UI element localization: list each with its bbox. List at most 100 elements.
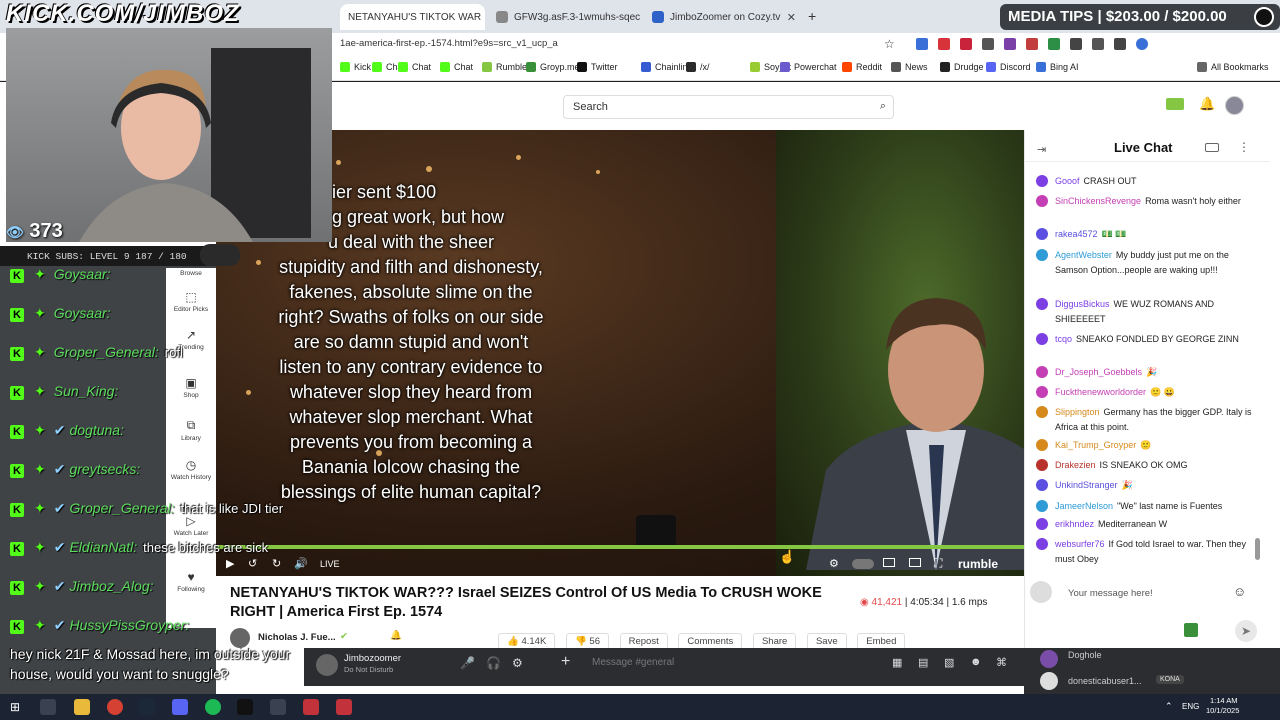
chat-username[interactable]: Kai_Trump_Groyper [1055, 440, 1136, 450]
bell-icon[interactable]: 🔔 [1199, 96, 1215, 112]
rumble-logo[interactable]: rumble [958, 557, 998, 571]
bell-icon[interactable]: 🔔 [390, 630, 402, 641]
forward-icon[interactable]: ↻ [272, 557, 281, 570]
chat-username[interactable]: AgentWebster [1055, 250, 1112, 260]
chat-username[interactable]: SinChickensRevenge [1055, 196, 1141, 206]
sidenav-item-watch-history[interactable]: ◷ Watch History [166, 458, 216, 481]
star-icon[interactable]: ☆ [884, 37, 895, 51]
bookmark-rumble[interactable]: Rumble [482, 62, 527, 72]
windows-icon[interactable]: ⊞ [10, 700, 20, 714]
cursor-icon: ☝ [779, 549, 796, 564]
bookmark-chat[interactable]: Chat [398, 62, 431, 72]
bookmark-reddit[interactable]: Reddit [842, 62, 882, 72]
fullscreen-icon[interactable]: ⛶ [934, 556, 942, 571]
headset-icon[interactable]: 🎧 [486, 656, 501, 670]
bookmark-news[interactable]: News [891, 62, 928, 72]
chat-username[interactable]: JameerNelson [1055, 501, 1113, 511]
chat-username[interactable]: Dr_Joseph_Goebbels [1055, 367, 1142, 377]
cash-icon[interactable] [1184, 623, 1198, 637]
add-icon[interactable]: + [561, 653, 570, 671]
member-name[interactable]: Doghole [1068, 650, 1102, 660]
gift-icon[interactable]: ▦ [892, 656, 902, 669]
chat-username[interactable]: websurfer76 [1055, 539, 1105, 549]
steam-icon[interactable] [139, 699, 155, 715]
tab-image[interactable]: GFW3g.asF.3-1wmuhs-sqec7i.jpg ✕ [488, 4, 640, 30]
task-view-icon[interactable] [40, 699, 56, 715]
tray-chevron-icon[interactable]: ⌃ [1165, 701, 1173, 712]
discord-icon[interactable] [172, 699, 188, 715]
channel-name[interactable]: Nicholas J. Fue... [258, 632, 336, 643]
chat-username[interactable]: Drakezien [1055, 460, 1096, 470]
app-icon[interactable] [336, 699, 352, 715]
apps-icon[interactable]: ⌘ [996, 656, 1007, 669]
language[interactable]: ENG [1182, 702, 1199, 711]
new-tab-icon[interactable]: + [808, 8, 816, 24]
bookmark-chainlink[interactable]: Chainlink [641, 62, 692, 72]
close-icon[interactable]: ✕ [787, 11, 796, 24]
bookmark-drudge[interactable]: Drudge [940, 62, 984, 72]
chat-username[interactable]: Slippington [1055, 407, 1100, 417]
clock-time[interactable]: 1:14 AM [1210, 696, 1238, 705]
emoji-icon[interactable]: ☻ [970, 656, 982, 668]
chat-username[interactable]: tcqo [1055, 334, 1072, 344]
obs-icon[interactable] [237, 699, 253, 715]
miniplayer-icon[interactable] [883, 558, 895, 567]
emoji-icon[interactable]: ☺ [1233, 584, 1246, 599]
chat-username[interactable]: Gooof [1055, 176, 1080, 186]
chrome-icon[interactable] [107, 699, 123, 715]
search-icon[interactable]: ⌕ [880, 100, 886, 113]
clock-date[interactable]: 10/1/2025 [1206, 706, 1239, 715]
volume-icon[interactable]: 🔊 [294, 557, 308, 570]
bookmark-twitter[interactable]: Twitter [577, 62, 618, 72]
tab-cozy[interactable]: JimboZoomer on Cozy.tv ✕ [644, 4, 804, 30]
bookmark-powerchat[interactable]: Powerchat [780, 62, 837, 72]
more-icon[interactable]: ⋮ [1238, 140, 1250, 154]
video-title: NETANYAHU'S TIKTOK WAR??? Israel SEIZES … [230, 585, 822, 620]
autoplay-toggle[interactable] [852, 559, 874, 569]
bookmark-discord[interactable]: Discord [986, 62, 1031, 72]
search-placeholder: Search [573, 101, 608, 113]
chat-message-input[interactable]: Your message here! [1058, 583, 1258, 603]
search-input[interactable]: Search ⌕ [563, 95, 894, 119]
send-icon[interactable]: ➤ [1235, 620, 1257, 642]
theater-icon[interactable] [909, 558, 921, 567]
message-input[interactable]: Message #general [592, 657, 674, 668]
gif-icon[interactable]: ▤ [918, 656, 928, 669]
bookmark-groyp-me[interactable]: Groyp.me [526, 62, 580, 72]
video-stats: ◉ 41,421 | 4:05:34 | 1.6 mps [860, 597, 988, 608]
chat-message: DiggusBickus WE WUZ ROMANS AND SHIEEEEET [1036, 297, 1261, 327]
popout-icon[interactable] [1205, 143, 1219, 152]
avatar[interactable] [1225, 96, 1244, 115]
app-icon[interactable] [270, 699, 286, 715]
sidenav-item-library[interactable]: ⧉ Library [166, 418, 216, 442]
sidenav-item-editor-picks[interactable]: ⬚ Editor Picks [166, 290, 216, 313]
app-icon[interactable] [303, 699, 319, 715]
file-explorer-icon[interactable] [74, 699, 90, 715]
avatar [1036, 406, 1048, 418]
sticker-icon[interactable]: ▧ [944, 656, 954, 669]
bookmark-all-bookmarks[interactable]: All Bookmarks [1197, 62, 1269, 72]
chat-username[interactable]: UnkindStranger [1055, 480, 1118, 490]
member-name[interactable]: donesticabuser1... [1068, 676, 1142, 686]
progress-bar[interactable] [216, 545, 1024, 549]
chat-username[interactable]: rakea4572 [1055, 229, 1098, 239]
chat-username[interactable]: Fuckthenewworldorder [1055, 387, 1146, 397]
bookmark-kick[interactable]: Kick [340, 62, 371, 72]
spotify-icon[interactable] [205, 699, 221, 715]
bookmark-chat[interactable]: Chat [440, 62, 473, 72]
bookmark-bing-ai[interactable]: Bing AI [1036, 62, 1079, 72]
chat-username[interactable]: DiggusBickus [1055, 299, 1110, 309]
go-live-icon[interactable] [1166, 98, 1184, 110]
settings-icon[interactable]: ⚙ [829, 557, 839, 570]
bookmark-x[interactable]: /x/ [686, 62, 710, 72]
chat-username[interactable]: erikhndez [1055, 519, 1094, 529]
chat-scrollbar[interactable] [1255, 538, 1260, 560]
sidenav-item-following[interactable]: ♥ Following [166, 570, 216, 593]
sidenav-item-shop[interactable]: ▣ Shop [166, 376, 216, 399]
tab-active[interactable]: NETANYAHU'S TIKTOK WAR ✕ [340, 4, 485, 30]
collapse-chat-icon[interactable]: ⇥ [1037, 143, 1046, 156]
settings-icon[interactable]: ⚙ [512, 656, 523, 670]
sidenav-item-browse[interactable]: Browse [166, 270, 216, 277]
mic-muted-icon[interactable]: 🎤 [460, 656, 475, 670]
url-text[interactable]: 1ae-america-first-ep.-1574.html?e9s=src_… [340, 38, 558, 49]
